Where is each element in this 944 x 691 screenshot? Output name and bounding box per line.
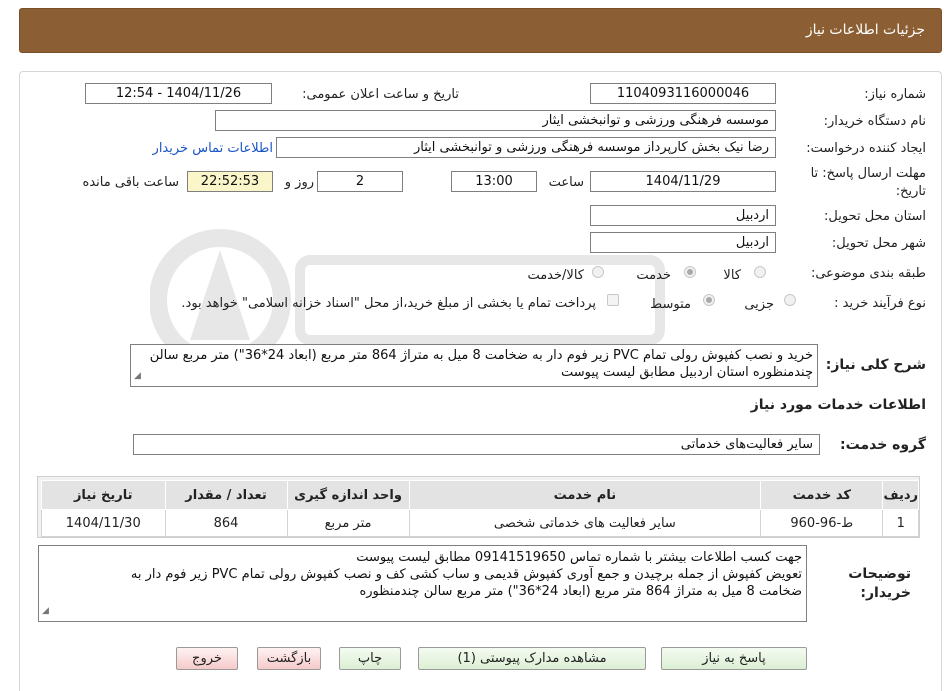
buyer-org-label: نام دستگاه خریدار: (823, 114, 926, 129)
day-and-label: روز و (284, 175, 314, 190)
category-goods-service-label: کالا/خدمت (527, 268, 584, 283)
buyer-notes-line-3: ضخامت 8 میل به متراژ 864 متر مربع (ابعاد… (359, 584, 802, 599)
process-medium-radio[interactable] (703, 294, 715, 306)
cell-service-code: ط-96-960 (760, 509, 884, 537)
category-service-label: خدمت (636, 268, 671, 283)
services-table: ردیف کد خدمت نام خدمت واحد اندازه گیری ت… (37, 476, 920, 538)
treasury-bonds-note: پرداخت تمام یا بخشی از مبلغ خرید،از محل … (181, 296, 596, 311)
days-field[interactable]: 2 (317, 171, 403, 192)
remaining-time-label: ساعت باقی مانده (82, 175, 179, 190)
need-number-label: شماره نیاز: (864, 87, 926, 102)
page-title: جزئيات اطلاعات نياز (805, 22, 925, 38)
summary-text: خرید و نصب کفپوش رولی تمام PVC زیر فوم د… (149, 348, 813, 380)
back-button[interactable]: بازگشت (257, 647, 321, 670)
deadline-label-date: تاریخ: (895, 184, 926, 199)
attachments-button[interactable]: مشاهده مدارک پیوستی (1) (418, 647, 646, 670)
col-service-name: نام خدمت (408, 480, 762, 510)
summary-textarea[interactable]: خرید و نصب کفپوش رولی تمام PVC زیر فوم د… (130, 344, 818, 387)
need-number-field[interactable]: 1104093116000046 (590, 83, 776, 104)
process-medium-label: متوسط (650, 297, 691, 312)
cell-service-name: سایر فعالیت های خدماتی شخصی (408, 509, 762, 537)
buyer-notes-label: توضیحات (848, 566, 911, 582)
buyer-notes-line-1: جهت کسب اطلاعات بیشتر با شماره تماس 0914… (356, 550, 802, 565)
city-field[interactable]: اردبیل (590, 232, 776, 253)
cell-row-number: 1 (882, 509, 919, 537)
cell-unit: متر مربع (286, 509, 410, 537)
cell-quantity: 864 (164, 509, 288, 537)
table-header-row: ردیف کد خدمت نام خدمت واحد اندازه گیری ت… (41, 480, 919, 510)
service-group-field[interactable]: سایر فعالیت‌های خدماتی (133, 434, 820, 455)
deadline-label: مهلت ارسال پاسخ: تا (810, 166, 926, 181)
buyer-org-field[interactable]: موسسه فرهنگی ورزشی و توانبخشی ایثار (215, 110, 776, 131)
requester-label: ایجاد کننده درخواست: (806, 141, 926, 156)
col-need-date: تاریخ نیاز (41, 480, 166, 510)
exit-button[interactable]: خروج (176, 647, 238, 670)
requester-field[interactable]: رضا نیک بخش کارپرداز موسسه فرهنگی ورزشی … (276, 137, 776, 158)
col-unit: واحد اندازه گیری (286, 480, 410, 510)
category-label: طبقه بندی موضوعی: (810, 266, 926, 281)
reply-button[interactable]: پاسخ به نیاز (661, 647, 807, 670)
resize-grip-icon[interactable]: ◢ (134, 368, 141, 385)
table-row: 1 ط-96-960 سایر فعالیت های خدماتی شخصی م… (41, 509, 919, 537)
buyer-notes-textarea[interactable]: جهت کسب اطلاعات بیشتر با شماره تماس 0914… (38, 545, 807, 622)
buyer-notes-line-2: تعویض کفپوش از جمله برچیدن و جمع آوری کف… (130, 567, 802, 582)
resize-grip-icon[interactable]: ◢ (42, 603, 49, 620)
services-section-title: اطلاعات خدمات مورد نياز (750, 397, 926, 413)
col-quantity: تعداد / مقدار (164, 480, 288, 510)
category-goods-radio[interactable] (754, 266, 766, 278)
announce-date-field[interactable]: 1404/11/26 - 12:54 (85, 83, 272, 104)
col-service-code: کد خدمت (760, 480, 884, 510)
process-minor-radio[interactable] (784, 294, 796, 306)
province-label: استان محل تحویل: (824, 209, 926, 224)
province-field[interactable]: اردبیل (590, 205, 776, 226)
print-button[interactable]: چاپ (339, 647, 401, 670)
buyer-notes-label-2: خریدار: (860, 585, 911, 601)
service-group-label: گروه خدمت: (840, 437, 926, 453)
category-service-radio[interactable] (684, 266, 696, 278)
remaining-time-field: 22:52:53 (187, 171, 273, 192)
summary-label: شرح کلی نیاز: (825, 357, 926, 373)
category-goods-label: کالا (723, 268, 741, 283)
category-goods-service-radio[interactable] (592, 266, 604, 278)
col-row-number: ردیف (882, 480, 919, 510)
treasury-bonds-checkbox[interactable] (607, 294, 619, 306)
process-type-label: نوع فرآیند خرید : (834, 296, 926, 311)
cell-need-date: 1404/11/30 (41, 509, 166, 537)
deadline-date-field[interactable]: 1404/11/29 (590, 171, 776, 192)
buyer-contact-link[interactable]: اطلاعات تماس خریدار (153, 141, 273, 156)
deadline-time-label: ساعت (548, 175, 584, 190)
deadline-time-field[interactable]: 13:00 (451, 171, 537, 192)
announce-date-label: تاریخ و ساعت اعلان عمومی: (302, 87, 459, 102)
page-header: جزئيات اطلاعات نياز (19, 8, 942, 53)
city-label: شهر محل تحویل: (831, 236, 926, 251)
process-minor-label: جزیی (744, 297, 774, 312)
